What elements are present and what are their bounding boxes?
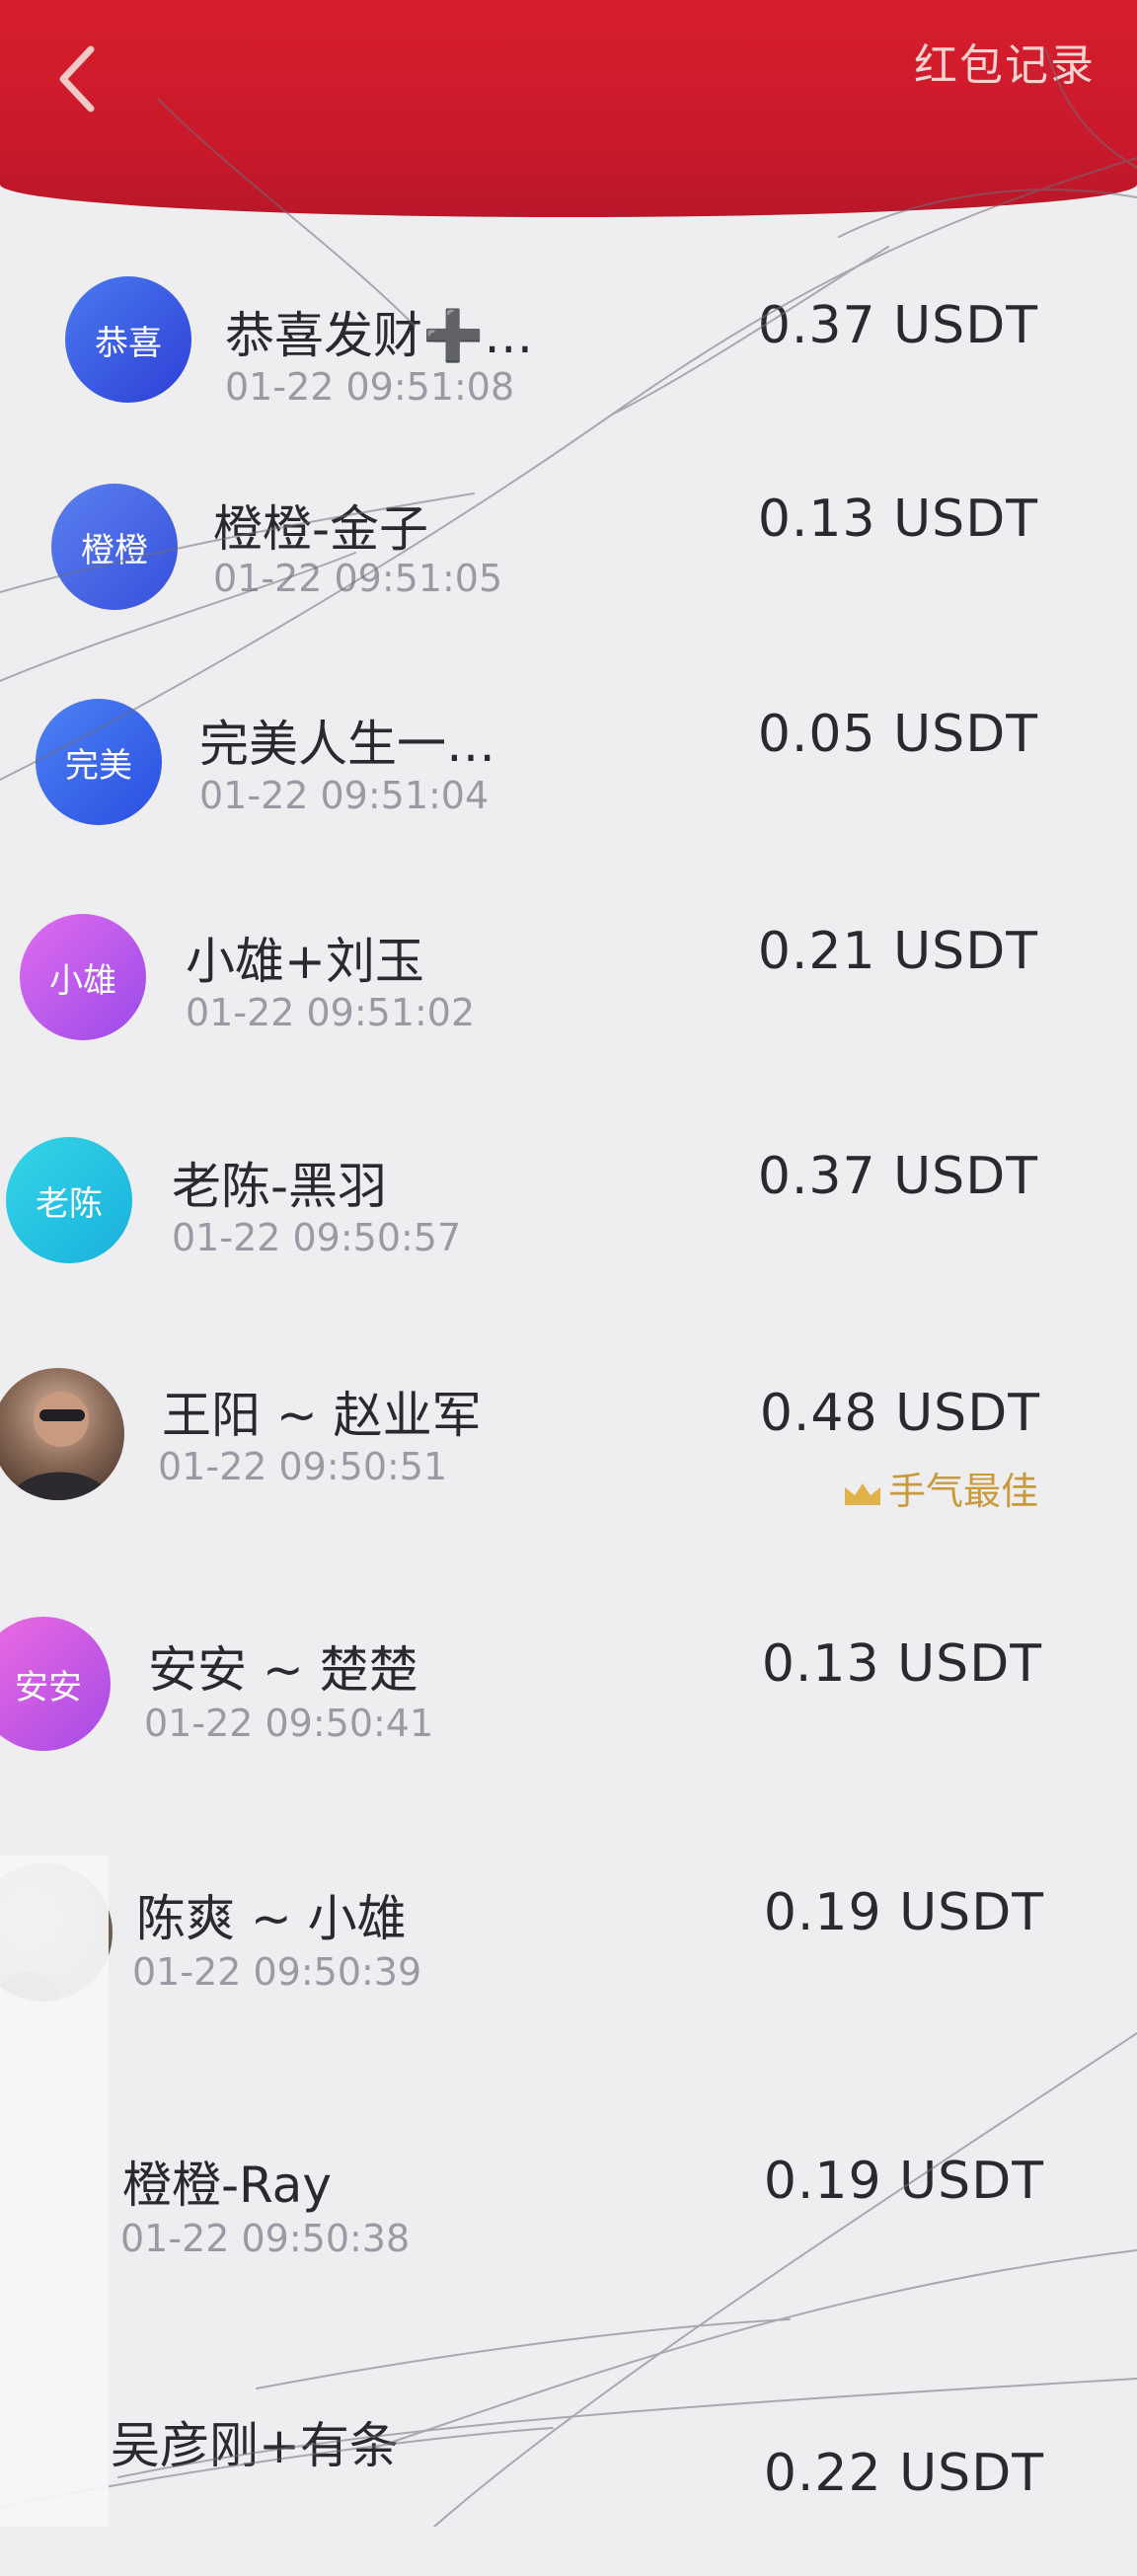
crown-icon <box>844 1482 880 1505</box>
claim-time: 01-22 09:50:38 <box>120 2217 411 2260</box>
user-name: 老陈-黑羽 <box>172 1158 388 1215</box>
avatar-text: 恭喜 <box>95 323 162 363</box>
claim-amount: 0.21 USDT <box>757 922 1038 981</box>
avatar: 安安 <box>0 1617 111 1751</box>
best-luck-label: 手气最佳 <box>887 1470 1038 1513</box>
user-name: 陈爽 ~ 小雄 <box>136 1890 407 1947</box>
list-item[interactable]: 吴彦刚+有条 0.22 USDT <box>0 2379 1137 2576</box>
user-name: 恭喜发财➕… <box>225 307 534 364</box>
avatar: 恭喜 <box>65 276 191 403</box>
back-button[interactable] <box>39 30 118 128</box>
avatar-text: 橙橙 <box>81 530 148 570</box>
avatar: 橙橙 <box>51 484 178 610</box>
claim-amount: 0.13 USDT <box>757 490 1038 549</box>
user-name: 小雄+刘玉 <box>186 933 424 990</box>
person-photo-icon <box>10 1392 111 1500</box>
list-item[interactable]: 恭喜 恭喜发财➕… 01-22 09:51:08 0.37 USDT <box>0 237 1137 434</box>
avatar <box>0 1368 124 1500</box>
avatar: 完美 <box>36 699 162 825</box>
avatar-text: 完美 <box>65 745 132 786</box>
list-item[interactable]: 橙橙 橙橙-金子 01-22 09:51:05 0.13 USDT <box>0 454 1137 651</box>
claim-time: 01-22 09:50:41 <box>144 1702 434 1745</box>
claim-time: 01-22 09:51:08 <box>225 365 515 409</box>
avatar-text: 小雄 <box>49 960 116 1001</box>
claim-amount: 0.48 USDT <box>759 1384 1040 1443</box>
avatar <box>0 1863 113 2002</box>
avatar-text: 老陈 <box>36 1183 103 1224</box>
claim-time: 01-22 09:51:02 <box>186 991 476 1034</box>
claim-amount: 0.05 USDT <box>757 705 1038 764</box>
claim-time: 01-22 09:51:05 <box>213 557 503 600</box>
claim-amount: 0.37 USDT <box>757 296 1038 355</box>
user-name: 橙橙-Ray <box>122 2157 332 2214</box>
claim-amount: 0.37 USDT <box>757 1147 1038 1206</box>
best-luck-badge: 手气最佳 <box>841 1461 1038 1515</box>
chevron-left-icon <box>59 45 95 113</box>
person-photo-icon <box>0 1897 63 2002</box>
user-name: 王阳 ~ 赵业军 <box>162 1387 482 1444</box>
list-item[interactable]: 完美 完美人生一… 01-22 09:51:04 0.05 USDT <box>0 671 1137 869</box>
user-name: 安安 ~ 楚楚 <box>148 1641 418 1699</box>
list-item[interactable]: 小雄 小雄+刘玉 01-22 09:51:02 0.21 USDT <box>0 888 1137 1086</box>
claim-time: 01-22 09:51:04 <box>199 774 490 817</box>
avatar: 老陈 <box>6 1137 132 1263</box>
red-packet-records-link[interactable]: 红包记录 <box>914 30 1096 93</box>
claim-time: 01-22 09:50:39 <box>132 1950 422 1994</box>
user-name: 吴彦刚+有条 <box>111 2417 399 2474</box>
list-item[interactable]: 老陈 老陈-黑羽 01-22 09:50:57 0.37 USDT <box>0 1105 1137 1303</box>
user-name: 橙橙-金子 <box>213 500 429 558</box>
claim-amount: 0.19 USDT <box>763 1883 1044 1942</box>
claim-amount: 0.22 USDT <box>763 2444 1044 2503</box>
claim-amount: 0.19 USDT <box>763 2152 1044 2211</box>
user-name: 完美人生一… <box>199 716 495 773</box>
claim-time: 01-22 09:50:51 <box>158 1445 448 1488</box>
list-item[interactable]: 橙橙-Ray 01-22 09:50:38 0.19 USDT <box>0 2122 1137 2319</box>
list-item[interactable]: 王阳 ~ 赵业军 01-22 09:50:51 0.48 USDT 手气最佳 <box>0 1332 1137 1569</box>
header-bar: 红包记录 <box>0 0 1137 217</box>
avatar-text: 安安 <box>15 1667 82 1707</box>
list-item[interactable]: 安安 安安 ~ 楚楚 01-22 09:50:41 0.13 USDT <box>0 1589 1137 1786</box>
list-item[interactable]: 陈爽 ~ 小雄 01-22 09:50:39 0.19 USDT <box>0 1836 1137 2033</box>
claim-amount: 0.13 USDT <box>761 1634 1042 1694</box>
avatar: 小雄 <box>20 914 146 1040</box>
claim-time: 01-22 09:50:57 <box>172 1216 462 1259</box>
